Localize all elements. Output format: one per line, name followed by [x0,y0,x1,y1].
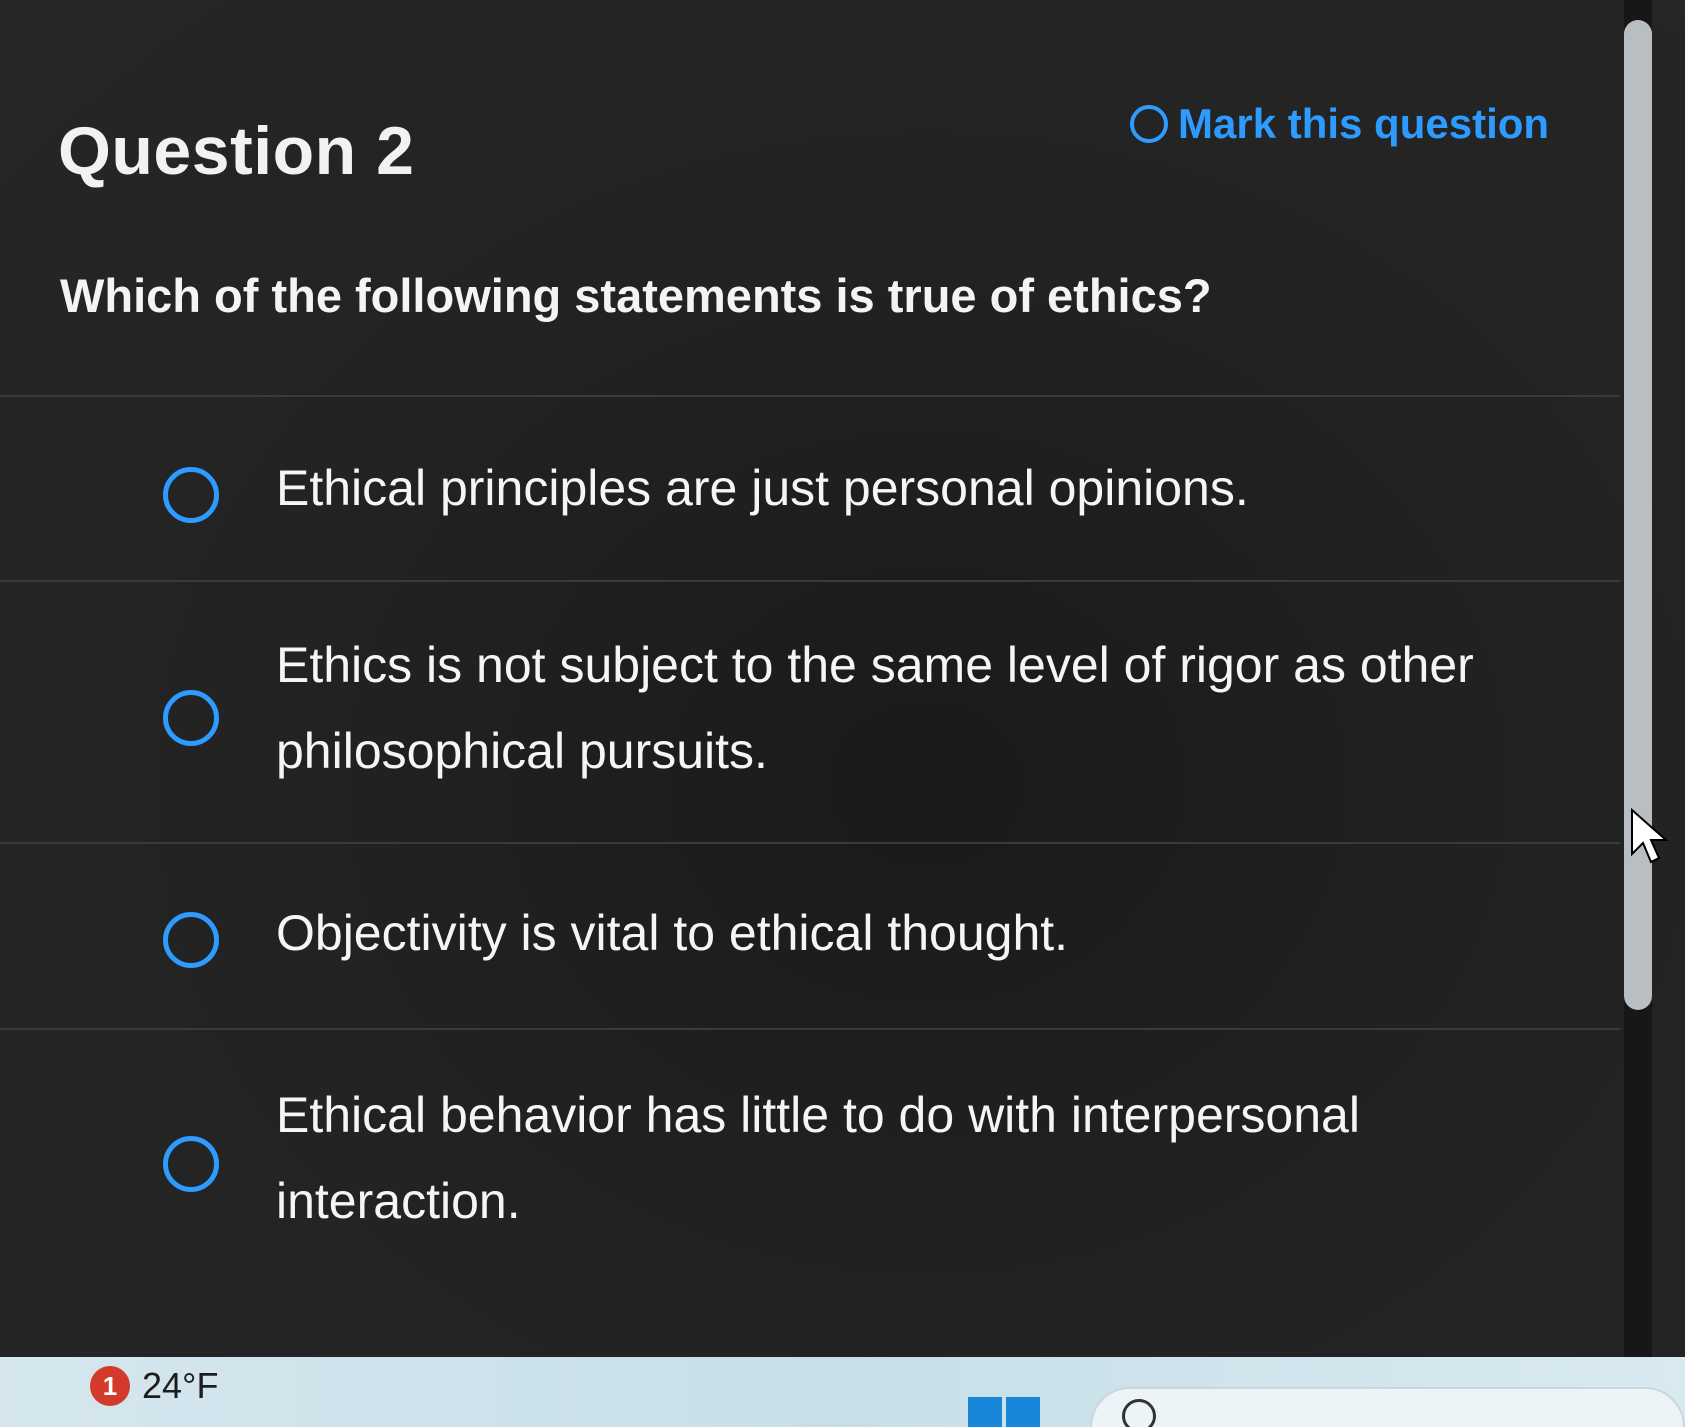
answer-option-4-text[interactable]: Ethical behavior has little to do with i… [276,1072,1496,1244]
answer-option-4[interactable]: Ethical behavior has little to do with i… [0,1030,1620,1350]
mark-question-toggle[interactable]: Mark this question [1130,100,1549,148]
taskbar-search-box[interactable] [1090,1387,1685,1427]
radio-button-4[interactable] [163,1136,219,1192]
start-logo-pane [1006,1397,1040,1427]
scrollbar[interactable] [1624,0,1652,1360]
mouse-pointer-icon [1631,808,1669,864]
answer-option-1[interactable]: Ethical principles are just personal opi… [0,397,1620,577]
windows-start-icon[interactable] [968,1397,1040,1427]
screen: Question 2 Mark this question Which of t… [0,0,1685,1427]
question-panel: Question 2 Mark this question Which of t… [0,0,1620,1357]
weather-widget[interactable]: 1 24°F [90,1365,218,1407]
question-prompt: Which of the following statements is tru… [60,269,1212,322]
answer-option-2-text[interactable]: Ethics is not subject to the same level … [276,622,1496,794]
temperature-readout: 24°F [142,1365,219,1406]
mark-question-label[interactable]: Mark this question [1178,100,1549,148]
taskbar: 1 24°F [0,1357,1685,1427]
start-logo-pane [968,1397,1002,1427]
answer-option-3-text[interactable]: Objectivity is vital to ethical thought. [276,890,1496,976]
radio-button-1[interactable] [163,467,219,523]
search-icon [1122,1399,1156,1427]
radio-button-2[interactable] [163,690,219,746]
question-title: Question 2 [58,113,415,189]
notification-badge: 1 [90,1366,130,1406]
answer-option-3[interactable]: Objectivity is vital to ethical thought. [0,844,1620,1024]
answer-option-2[interactable]: Ethics is not subject to the same level … [0,582,1620,840]
radio-button-3[interactable] [163,912,219,968]
answer-option-1-text[interactable]: Ethical principles are just personal opi… [276,445,1496,531]
mark-circle-icon[interactable] [1130,105,1168,143]
